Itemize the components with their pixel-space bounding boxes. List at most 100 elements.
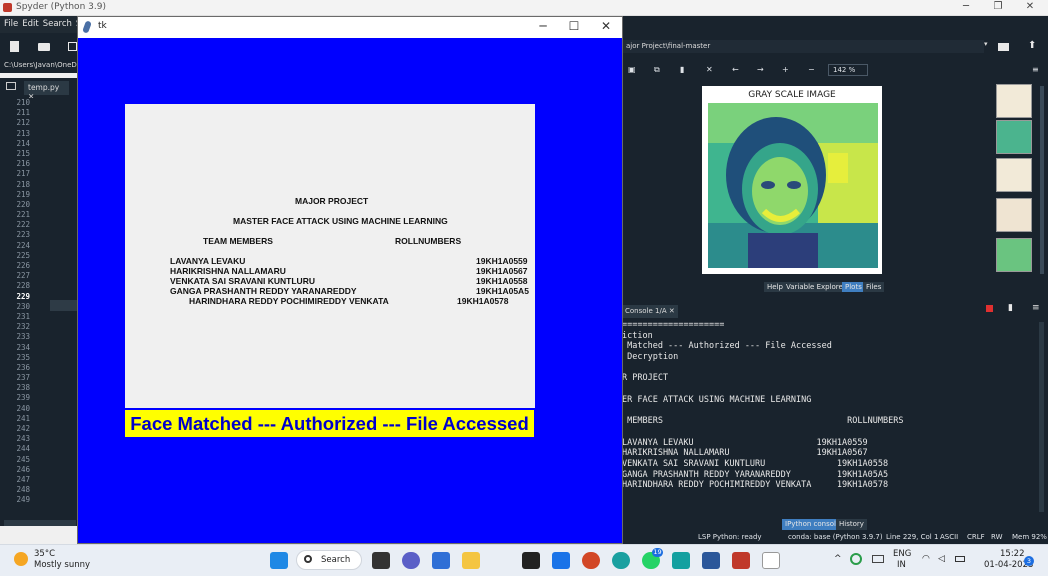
- working-directory-path[interactable]: C:\Users\Javan\OneDr: [0, 59, 80, 73]
- close-icon[interactable]: ✕: [1020, 1, 1040, 12]
- save-plot-icon[interactable]: ▣: [628, 65, 636, 74]
- browse-folder-icon[interactable]: [998, 43, 1009, 51]
- path-dropdown-icon[interactable]: ▾: [984, 40, 992, 53]
- task-view-icon[interactable]: [372, 552, 390, 569]
- line-number: 224: [16, 240, 30, 250]
- tab-plots[interactable]: Plots: [842, 282, 865, 292]
- language-1[interactable]: ENG: [893, 549, 911, 559]
- line-number: 248: [16, 485, 30, 495]
- mail-icon[interactable]: [552, 552, 570, 569]
- tab-history[interactable]: History: [836, 519, 867, 530]
- console-tab[interactable]: Console 1/A ✕: [622, 305, 678, 318]
- file-explorer-icon[interactable]: [462, 552, 480, 569]
- widgets-icon[interactable]: [432, 552, 450, 569]
- clock-time[interactable]: 15:22: [1000, 549, 1025, 559]
- console-line: Decryption: [622, 352, 679, 363]
- member-roll: 19KH1A0567: [476, 266, 528, 276]
- new-file-icon[interactable]: [10, 41, 19, 52]
- save-icon[interactable]: [68, 42, 77, 51]
- memory-status: Mem 92%: [1012, 533, 1047, 541]
- console-tab-label: Console 1/A: [625, 307, 667, 315]
- encoding-status: ASCII: [940, 533, 959, 541]
- terminal-icon[interactable]: [522, 552, 540, 569]
- start-icon[interactable]: [270, 552, 288, 569]
- console-menu-icon[interactable]: ≡: [1032, 303, 1040, 313]
- volume-icon[interactable]: ◁: [938, 554, 945, 564]
- spyder-taskbar-icon[interactable]: [732, 552, 750, 569]
- line-number: 221: [16, 210, 30, 220]
- menu-search[interactable]: Search: [43, 19, 72, 29]
- line-number: 245: [16, 454, 30, 464]
- thumbnail-3[interactable]: [996, 158, 1032, 192]
- console-line: HARIKRISHNA NALLAMARU 19KH1A0567: [622, 448, 868, 459]
- open-folder-icon[interactable]: [38, 43, 50, 51]
- remove-all-icon[interactable]: ✕: [706, 65, 713, 74]
- previous-plot-icon[interactable]: ←: [732, 65, 739, 74]
- thumbnail-5[interactable]: [996, 238, 1032, 272]
- word-icon[interactable]: [702, 552, 720, 569]
- powerpoint-icon[interactable]: [582, 552, 600, 569]
- thumbnails-scrollbar[interactable]: [1040, 86, 1044, 274]
- tab-temp-py[interactable]: temp.py ✕: [24, 81, 69, 101]
- wifi-icon[interactable]: ◠: [922, 554, 930, 564]
- line-number: 236: [16, 362, 30, 372]
- right-path-field[interactable]: ajor Project\final-master: [622, 40, 984, 53]
- tab-ipython-console[interactable]: IPython console: [782, 519, 844, 530]
- battery-icon[interactable]: [955, 556, 965, 562]
- zoom-out-icon[interactable]: −: [808, 65, 815, 74]
- line-number: 234: [16, 342, 30, 352]
- line-number: 240: [16, 403, 30, 413]
- sync-icon[interactable]: [850, 553, 862, 565]
- thumbnail-1[interactable]: [996, 84, 1032, 118]
- tk-close-icon[interactable]: ✕: [595, 19, 617, 33]
- parent-dir-icon[interactable]: ⬆: [1028, 40, 1036, 51]
- menu-edit[interactable]: Edit: [22, 19, 38, 29]
- weather-desc[interactable]: Mostly sunny: [34, 560, 90, 570]
- language-2[interactable]: IN: [897, 560, 906, 570]
- edge-icon[interactable]: [612, 552, 630, 569]
- pane-menu-icon[interactable]: ≡: [1032, 65, 1039, 74]
- tk-minimize-icon[interactable]: ─: [532, 19, 554, 33]
- line-number: 231: [16, 311, 30, 321]
- chat-icon[interactable]: [402, 552, 420, 569]
- line-number: 212: [16, 118, 30, 128]
- tk-feather-icon: [82, 20, 92, 34]
- tk-maximize-icon[interactable]: ☐: [563, 19, 585, 33]
- weather-sun-icon[interactable]: [14, 552, 28, 566]
- keyboard-icon[interactable]: [872, 555, 884, 563]
- browse-tabs-icon[interactable]: [6, 82, 16, 90]
- line-number: 213: [16, 128, 30, 138]
- next-plot-icon[interactable]: →: [757, 65, 764, 74]
- status-banner: Face Matched --- Authorized --- File Acc…: [125, 410, 534, 437]
- weather-temp[interactable]: 35°C: [34, 549, 55, 559]
- thumbnail-4[interactable]: [996, 198, 1032, 232]
- conda-env-status: conda: base (Python 3.9.7): [788, 533, 883, 541]
- tk-taskbar-icon[interactable]: [762, 552, 780, 569]
- console-line: MEMBERS ROLLNUMBERS: [622, 416, 904, 427]
- tab-files[interactable]: Files: [863, 282, 885, 292]
- editor-horizontal-scrollbar[interactable]: [4, 520, 76, 526]
- line-number: 215: [16, 148, 30, 158]
- project-subtitle: MASTER FACE ATTACK USING MACHINE LEARNIN…: [233, 216, 448, 226]
- minimize-icon[interactable]: ─: [956, 1, 976, 12]
- delete-plot-icon[interactable]: ▮: [680, 65, 684, 74]
- line-number: 247: [16, 474, 30, 484]
- maximize-icon[interactable]: ❐: [988, 1, 1008, 12]
- stop-kernel-icon[interactable]: [986, 305, 993, 312]
- console-options-icon[interactable]: ▮: [1008, 303, 1013, 313]
- ipython-console-output[interactable]: ==================== iction Matched --- A…: [622, 320, 1038, 520]
- notification-badge[interactable]: 3: [1024, 556, 1034, 566]
- console-scrollbar[interactable]: [1039, 322, 1044, 512]
- zoom-field[interactable]: 142 %: [828, 64, 868, 76]
- chevron-up-icon[interactable]: ^: [834, 554, 842, 564]
- copy-plot-icon[interactable]: ⧉: [654, 65, 660, 75]
- zoom-in-icon[interactable]: +: [782, 65, 789, 74]
- status-bar: LSP Python: ready conda: base (Python 3.…: [622, 530, 1048, 544]
- tab-variable-explorer[interactable]: Variable Explorer: [783, 282, 849, 292]
- notepad-icon[interactable]: [672, 552, 690, 569]
- thumbnail-2[interactable]: [996, 120, 1032, 154]
- menu-file[interactable]: File: [4, 19, 18, 29]
- close-console-icon[interactable]: ✕: [669, 307, 675, 315]
